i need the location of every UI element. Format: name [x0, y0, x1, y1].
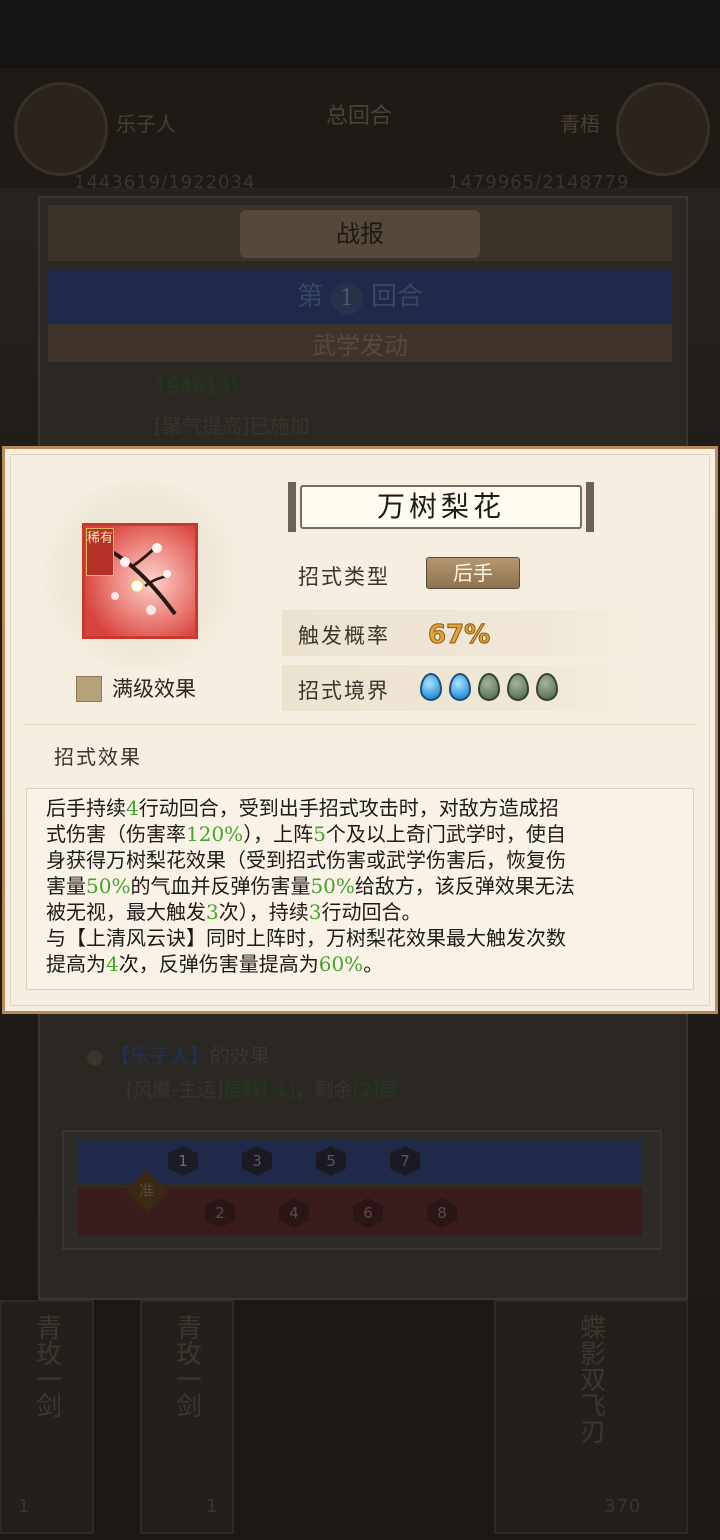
desc-line: 提高为4次，反弹伤害量提高为60%。 [46, 951, 674, 977]
desc-value: 4 [106, 952, 119, 976]
card-level: 1 [206, 1496, 219, 1517]
effect-detail-remaining: [2]层 [352, 1079, 399, 1101]
desc-text: 。 [363, 952, 384, 976]
round-label: 第 1 回合 [240, 276, 480, 318]
max-level-label: 满级效果 [112, 677, 196, 701]
round-suffix: 回合 [371, 282, 424, 312]
report-title: 战报 [240, 210, 480, 258]
right-player-hp: 1479965/2148779 [448, 172, 630, 193]
section-title: 武学发动 [312, 332, 408, 360]
realm-drop-icon [507, 673, 529, 701]
effect-detail-line: [风魔-主运]层数[-1]，剩余[2]层 [126, 1075, 398, 1102]
desc-value: 120% [186, 822, 244, 846]
skill-card[interactable]: 青玫一剑 [140, 1300, 234, 1534]
right-player-name: 青梧 [560, 112, 600, 136]
total-rounds-label: 总回合 [326, 104, 393, 129]
card-level: 1 [18, 1496, 31, 1517]
effect-detail-mid: ，剩余 [295, 1079, 353, 1101]
name-bracket-left [288, 482, 296, 532]
desc-line: 式伤害（伤害率120%），上阵5个及以上奇门武学时，使自 [46, 821, 674, 847]
desc-line: 被无视，最大触发3次），持续3行动回合。 [46, 899, 674, 925]
effect-detail-layers: 层数[-1] [223, 1079, 296, 1101]
prob-label: 触发概率 [298, 624, 390, 648]
realm-drop-icon [420, 673, 442, 701]
skill-card[interactable]: 青玫一剑 [0, 1300, 94, 1534]
type-label: 招式类型 [298, 565, 390, 589]
desc-value: 3 [308, 900, 322, 924]
popup-divider [24, 724, 696, 725]
desc-value: 4 [126, 796, 139, 820]
desc-text: 提高为 [46, 952, 106, 976]
type-badge: 后手 [426, 557, 520, 589]
ally-turn-lane [78, 1140, 642, 1184]
effect-owner-name: 【乐子人】 [109, 1044, 210, 1068]
desc-value: 3 [206, 900, 219, 924]
skill-card[interactable]: 蝶影双飞刃 [494, 1300, 688, 1534]
right-player-avatar [616, 82, 710, 176]
round-prefix: 第 [296, 282, 323, 312]
effect-header: 招式效果 [54, 745, 142, 769]
rarity-badge: 稀有 [86, 528, 114, 576]
name-bracket-right [586, 482, 594, 532]
desc-value: 5 [313, 822, 326, 846]
desc-text: 行动回合，受到出手招式攻击时，对敌方造成招 [138, 796, 559, 820]
left-player-hp: 1443619/1922034 [74, 172, 256, 193]
effect-owner-suffix: 的效果 [209, 1044, 270, 1068]
desc-value: 50% [310, 874, 355, 898]
realm-label: 招式境界 [298, 679, 390, 703]
log-line: [聚气提高]已施加 [154, 414, 310, 438]
skill-card-label: 青玫一剑 [171, 1314, 202, 1418]
max-level-checkbox[interactable] [76, 676, 102, 702]
desc-value: 60% [318, 952, 364, 976]
desc-line: 害量50%的气血并反弹伤害量50%给敌方，该反弹效果无法 [46, 873, 674, 899]
round-number: 1 [331, 283, 363, 315]
realm-drop-icon [449, 673, 471, 701]
desc-text: 害量 [46, 874, 86, 898]
ready-label: 准 [139, 1181, 155, 1200]
desc-line: 身获得万树梨花效果（受到招式伤害或武学伤害后，恢复伤 [46, 848, 566, 872]
desc-line: 后手持续4行动回合，受到出手招式攻击时，对敌方造成招 [46, 795, 674, 821]
realm-drop-icon [536, 673, 558, 701]
desc-line: 与【上清风云诀】同时上阵时，万树梨花效果最大触发次数 [46, 926, 566, 950]
effect-owner-line: ● 【乐子人】的效果 [86, 1044, 270, 1068]
skill-card-label: 蝶影双飞刃 [575, 1314, 606, 1444]
effect-detail-prefix: [风魔-主运] [126, 1079, 224, 1101]
effect-description: 后手持续4行动回合，受到出手招式攻击时，对敌方造成招 式伤害（伤害率120%），… [46, 795, 674, 977]
skill-name: 万树梨花 [300, 485, 582, 529]
desc-text: 个及以上奇门武学时，使自 [325, 822, 566, 846]
desc-text: 行动回合。 [321, 900, 422, 924]
desc-text: 次），持续 [218, 900, 309, 924]
desc-text: 被无视，最大触发 [46, 900, 206, 924]
desc-value: 50% [86, 874, 131, 898]
desc-text: 的气血并反弹伤害量 [130, 874, 311, 898]
prob-value: 67% [427, 620, 491, 651]
skill-card-label: 青玫一剑 [31, 1314, 62, 1418]
left-player-name: 乐子人 [116, 112, 176, 136]
desc-text: 式伤害（伤害率 [46, 822, 186, 846]
realm-drop-icon [478, 673, 500, 701]
desc-text: 次，反弹伤害量提高为 [118, 952, 319, 976]
left-player-avatar [14, 82, 108, 176]
card-level: 370 [604, 1496, 642, 1517]
desc-text: ），上阵 [243, 822, 314, 846]
desc-text: 后手持续 [46, 796, 126, 820]
desc-text: 给敌方，该反弹效果无法 [354, 874, 575, 898]
log-value: 194613) [154, 374, 239, 398]
